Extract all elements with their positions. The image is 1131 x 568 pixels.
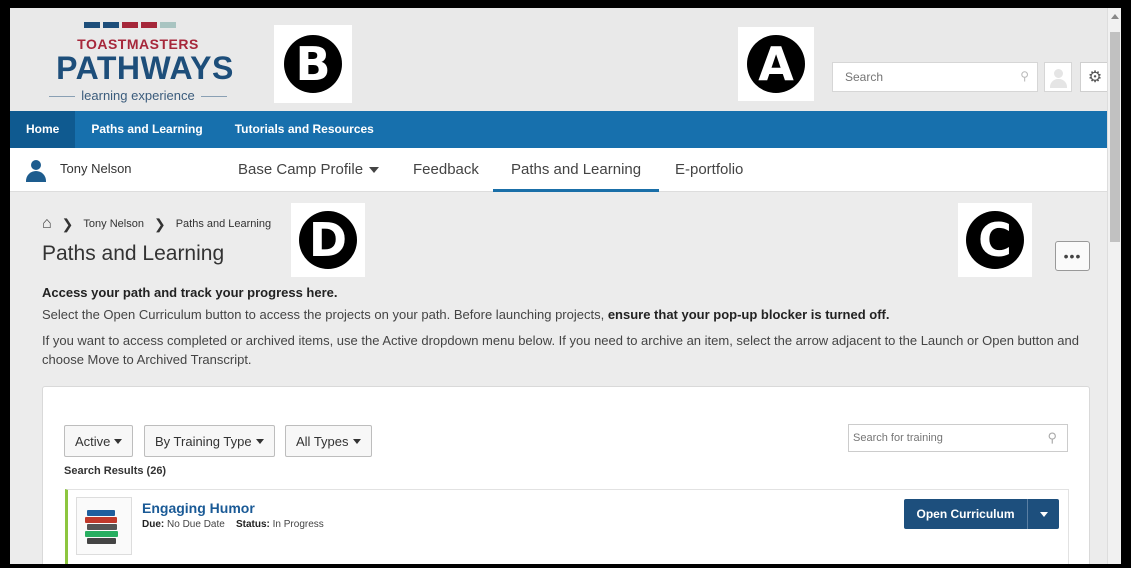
marker-c-letter: C [966,211,1024,269]
pathways-logo[interactable]: TOASTMASTERS PATHWAYS learning experienc… [40,22,250,103]
chevron-down-icon [369,167,380,174]
search-icon[interactable]: ⚲ [1020,69,1029,83]
tab-paths-and-learning[interactable]: Paths and Learning [493,148,660,192]
global-search-input[interactable] [833,63,1003,91]
training-panel: Active By Training Type All Types ⚲ Sear… [42,386,1090,564]
scroll-up-arrow-icon[interactable] [1111,14,1119,19]
nav-item-home[interactable]: Home [10,111,76,148]
training-item-meta: Due: No Due Date Status: In Progress [142,519,324,530]
training-item: Engaging Humor Due: No Due Date Status: … [65,489,1069,564]
intro-text-2: If you want to access completed or archi… [42,333,1079,367]
more-options-button[interactable]: ••• [1055,241,1090,271]
user-avatar-button[interactable] [1044,62,1072,92]
types-filter-dropdown[interactable]: All Types [285,425,372,457]
status-filter-label: Active [75,433,111,449]
types-filter-label: All Types [296,433,349,449]
marker-a-letter: A [747,35,805,93]
user-name[interactable]: Tony Nelson [60,161,132,176]
training-search[interactable]: ⚲ [848,424,1068,452]
training-type-filter-dropdown[interactable]: By Training Type [144,425,275,457]
page-scrollbar[interactable] [1107,8,1121,564]
tab-base-camp-profile-label: Base Camp Profile [238,161,364,178]
user-icon [26,160,46,182]
home-icon[interactable]: ⌂ [42,215,52,233]
intro-heading: Access your path and track your progress… [42,285,338,300]
chevron-right-icon: ❯ [61,215,74,232]
logo-line-tagline: learning experience [40,88,236,103]
intro-text-1: Select the Open Curriculum button to acc… [42,307,1092,322]
browser-viewport: TOASTMASTERS PATHWAYS learning experienc… [10,8,1121,564]
chevron-right-icon: ❯ [153,215,166,232]
nav-item-paths-and-learning[interactable]: Paths and Learning [75,111,218,148]
marker-b-letter: B [284,35,342,93]
search-results-count: Search Results (26) [64,465,167,477]
caret-down-icon [1039,511,1048,517]
global-search[interactable]: ⚲ [832,62,1038,92]
intro-text-1-plain: Select the Open Curriculum button to acc… [42,307,608,322]
nav-item-tutorials-and-resources[interactable]: Tutorials and Resources [219,111,390,148]
site-header: TOASTMASTERS PATHWAYS learning experienc… [10,8,1121,111]
annotation-marker-c: C [958,203,1032,277]
tab-base-camp-profile[interactable]: Base Camp Profile [238,148,380,192]
books-icon [76,497,132,555]
avatar-body [1050,79,1067,88]
open-curriculum-button-group: Open Curriculum [904,499,1059,529]
open-curriculum-button[interactable]: Open Curriculum [904,499,1028,529]
intro-text-1-bold: ensure that your pop-up blocker is turne… [607,307,890,322]
training-type-filter-label: By Training Type [155,433,252,449]
caret-down-icon [255,438,264,444]
logo-line-pathways: PATHWAYS [56,50,234,86]
marker-d-letter: D [299,211,357,269]
annotation-marker-a: A [738,27,814,101]
breadcrumb-current: Paths and Learning [175,218,272,230]
status-filter-dropdown[interactable]: Active [64,425,134,457]
caret-down-icon [352,438,361,444]
search-icon[interactable]: ⚲ [1047,430,1057,446]
annotation-marker-b: B [274,25,352,103]
main-nav: Home Paths and Learning Tutorials and Re… [10,111,1121,148]
tab-e-portfolio[interactable]: E-portfolio [675,148,743,192]
page-title: Paths and Learning [42,242,225,265]
tab-feedback[interactable]: Feedback [413,148,479,192]
training-search-input[interactable] [849,425,1029,451]
breadcrumb-user[interactable]: Tony Nelson [83,218,144,230]
logo-stripes [84,22,176,28]
user-nav: Tony Nelson Base Camp Profile Feedback P… [10,148,1121,192]
annotation-marker-d: D [291,203,365,277]
avatar-head [1054,69,1063,78]
breadcrumb: ⌂ ❯ Tony Nelson ❯ Paths and Learning [42,215,272,233]
caret-down-icon [114,438,123,444]
due-label: Due: [142,519,165,530]
due-value: No Due Date [167,519,225,530]
scrollbar-thumb[interactable] [1110,32,1120,242]
status-label: Status: [235,519,270,530]
open-curriculum-dropdown-toggle[interactable] [1028,499,1059,529]
training-item-title[interactable]: Engaging Humor [142,500,255,516]
gear-icon[interactable]: ⚙ [1080,62,1110,92]
status-value: In Progress [272,519,324,530]
